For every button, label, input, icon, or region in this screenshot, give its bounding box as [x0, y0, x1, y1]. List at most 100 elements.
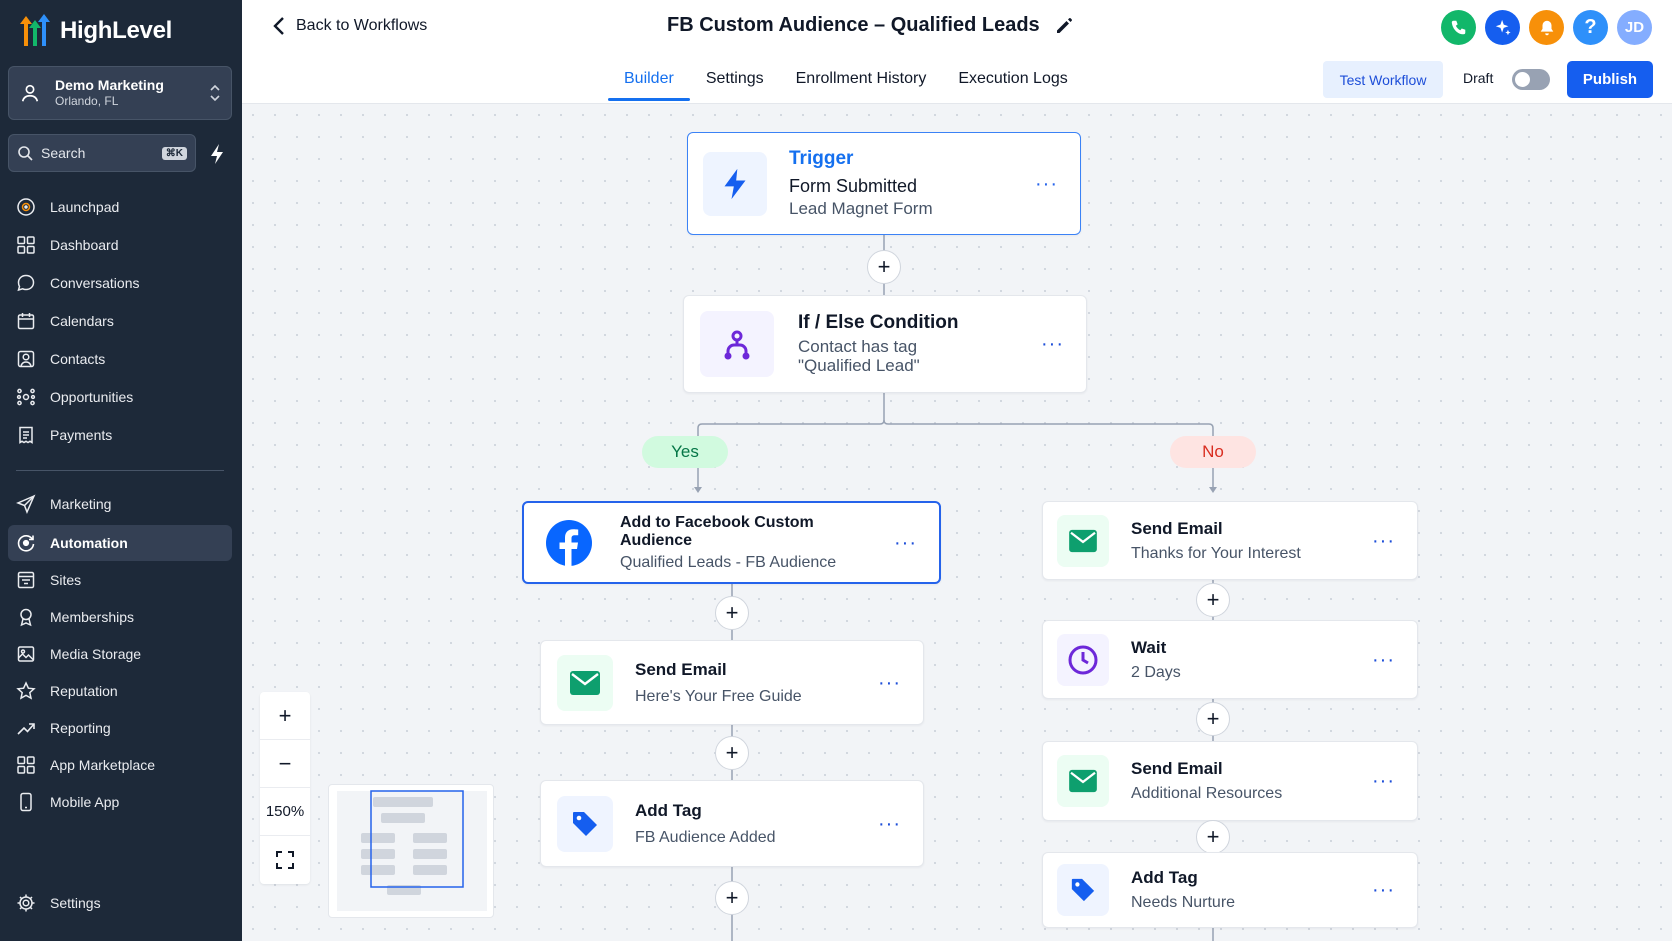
node-more-button[interactable]: ··· — [1350, 531, 1417, 551]
contacts-icon — [17, 350, 35, 368]
nav-item-sites[interactable]: Sites — [8, 562, 232, 598]
nav-item-reporting[interactable]: Reporting — [8, 710, 232, 746]
automation-icon — [17, 535, 35, 552]
test-workflow-button[interactable]: Test Workflow — [1323, 61, 1443, 98]
nav-item-automation[interactable]: Automation — [8, 525, 232, 561]
search-input[interactable]: Search ⌘K — [8, 134, 196, 172]
ai-assistant-button[interactable] — [1485, 10, 1520, 45]
wait-node[interactable]: Wait 2 Days ··· — [1042, 620, 1418, 699]
node-more-button[interactable]: ··· — [1350, 650, 1417, 670]
condition-line2: "Qualified Lead" — [798, 356, 920, 375]
nav-item-settings[interactable]: Settings — [8, 885, 232, 921]
nav-item-marketing[interactable]: Marketing — [8, 486, 232, 522]
tab-settings[interactable]: Settings — [690, 56, 780, 99]
add-step-button[interactable]: + — [1196, 583, 1230, 617]
add-step-button[interactable]: + — [867, 250, 901, 284]
nav-label: App Marketplace — [50, 757, 156, 773]
fit-view-button[interactable] — [260, 836, 310, 884]
tab-execution-logs[interactable]: Execution Logs — [942, 56, 1083, 99]
send-email-node[interactable]: Send Email Additional Resources ··· — [1042, 741, 1418, 821]
quick-actions-bolt-icon[interactable] — [206, 142, 230, 166]
nav-item-reputation[interactable]: Reputation — [8, 673, 232, 709]
workflow-canvas[interactable]: Trigger Form Submitted Lead Magnet Form … — [242, 104, 1672, 941]
add-step-button[interactable]: + — [715, 596, 749, 630]
brand-logo[interactable]: HighLevel — [18, 14, 172, 48]
node-more-button[interactable]: ··· — [1350, 771, 1417, 791]
add-step-button[interactable]: + — [1196, 820, 1230, 854]
workflow-header: Back to Workflows FB Custom Audience – Q… — [242, 0, 1672, 104]
nav-label: Calendars — [50, 313, 114, 329]
node-title: Send Email — [1131, 759, 1223, 778]
send-email-node[interactable]: Send Email Thanks for Your Interest ··· — [1042, 501, 1418, 580]
zoom-in-button[interactable]: + — [260, 692, 310, 740]
condition-icon-box — [700, 311, 774, 377]
account-switcher[interactable]: Demo Marketing Orlando, FL — [8, 66, 232, 120]
nav-divider — [16, 470, 224, 471]
phone-call-icon — [1451, 20, 1465, 34]
publish-toggle[interactable] — [1512, 69, 1550, 90]
wait-icon-box — [1057, 633, 1109, 686]
node-subtitle: Here's Your Free Guide — [635, 687, 802, 705]
back-to-workflows-link[interactable]: Back to Workflows — [272, 16, 427, 36]
account-location: Orlando, FL — [55, 94, 119, 109]
nav-label: Automation — [50, 535, 128, 551]
minimap[interactable] — [328, 784, 494, 918]
grid-icon — [17, 756, 35, 774]
email-icon-box — [1057, 755, 1109, 807]
node-title: Add Tag — [1131, 868, 1198, 887]
bell-icon — [1540, 20, 1553, 35]
add-tag-node[interactable]: Add Tag FB Audience Added ··· — [540, 780, 924, 867]
trend-icon — [17, 723, 35, 735]
node-more-button[interactable]: ··· — [872, 533, 939, 553]
help-button[interactable]: ? — [1573, 10, 1608, 45]
email-icon-box — [1057, 514, 1109, 567]
user-icon — [21, 84, 39, 102]
phone-call-button[interactable] — [1441, 10, 1476, 45]
nav-item-mobile-app[interactable]: Mobile App — [8, 784, 232, 820]
facebook-audience-node[interactable]: Add to Facebook Custom Audience Qualifie… — [522, 501, 941, 584]
nav-item-opportunities[interactable]: Opportunities — [8, 379, 232, 415]
trigger-node[interactable]: Trigger Form Submitted Lead Magnet Form … — [687, 132, 1081, 235]
nav-item-contacts[interactable]: Contacts — [8, 341, 232, 377]
publish-button[interactable]: Publish — [1567, 61, 1653, 98]
node-subtitle: FB Audience Added — [635, 828, 776, 846]
tab-enrollment-history[interactable]: Enrollment History — [780, 56, 943, 99]
nav-item-conversations[interactable]: Conversations — [8, 265, 232, 301]
add-step-button[interactable]: + — [715, 736, 749, 770]
tab-builder[interactable]: Builder — [608, 56, 690, 101]
nav-item-payments[interactable]: Payments — [8, 417, 232, 453]
add-step-button[interactable]: + — [1196, 702, 1230, 736]
workflow-title-text: FB Custom Audience – Qualified Leads — [667, 14, 1040, 36]
node-more-button[interactable]: ··· — [856, 673, 923, 693]
zoom-out-button[interactable]: − — [260, 740, 310, 788]
edit-pencil-icon[interactable] — [1054, 16, 1074, 36]
workflow-title[interactable]: FB Custom Audience – Qualified Leads — [667, 14, 1074, 37]
add-tag-node[interactable]: Add Tag Needs Nurture ··· — [1042, 852, 1418, 928]
calendar-icon — [17, 313, 35, 330]
condition-more-button[interactable]: ··· — [1019, 334, 1086, 354]
nav-item-calendars[interactable]: Calendars — [8, 303, 232, 339]
nav-label: Sites — [50, 572, 82, 588]
avatar[interactable]: JD — [1617, 10, 1652, 45]
dashboard-icon — [17, 236, 35, 254]
condition-node[interactable]: If / Else Condition Contact has tag "Qua… — [683, 295, 1087, 393]
tag-icon — [1071, 878, 1095, 902]
clock-icon — [1068, 645, 1098, 674]
send-email-node[interactable]: Send Email Here's Your Free Guide ··· — [540, 640, 924, 725]
nav-item-dashboard[interactable]: Dashboard — [8, 227, 232, 263]
add-step-button[interactable]: + — [715, 881, 749, 915]
nav-label: Mobile App — [50, 794, 120, 810]
tag-icon-box — [557, 795, 613, 852]
nav-label: Memberships — [50, 609, 135, 625]
nav-label: Marketing — [50, 496, 112, 512]
node-title: Send Email — [1131, 518, 1223, 538]
notifications-button[interactable] — [1529, 10, 1564, 45]
node-more-button[interactable]: ··· — [856, 814, 923, 834]
nav-item-media-storage[interactable]: Media Storage — [8, 636, 232, 672]
node-more-button[interactable]: ··· — [1350, 880, 1417, 900]
header-icon-bar: ? JD — [1441, 10, 1652, 45]
trigger-more-button[interactable]: ··· — [1013, 174, 1080, 194]
nav-item-memberships[interactable]: Memberships — [8, 599, 232, 635]
nav-item-launchpad[interactable]: Launchpad — [8, 189, 232, 225]
nav-item-app-marketplace[interactable]: App Marketplace — [8, 747, 232, 783]
